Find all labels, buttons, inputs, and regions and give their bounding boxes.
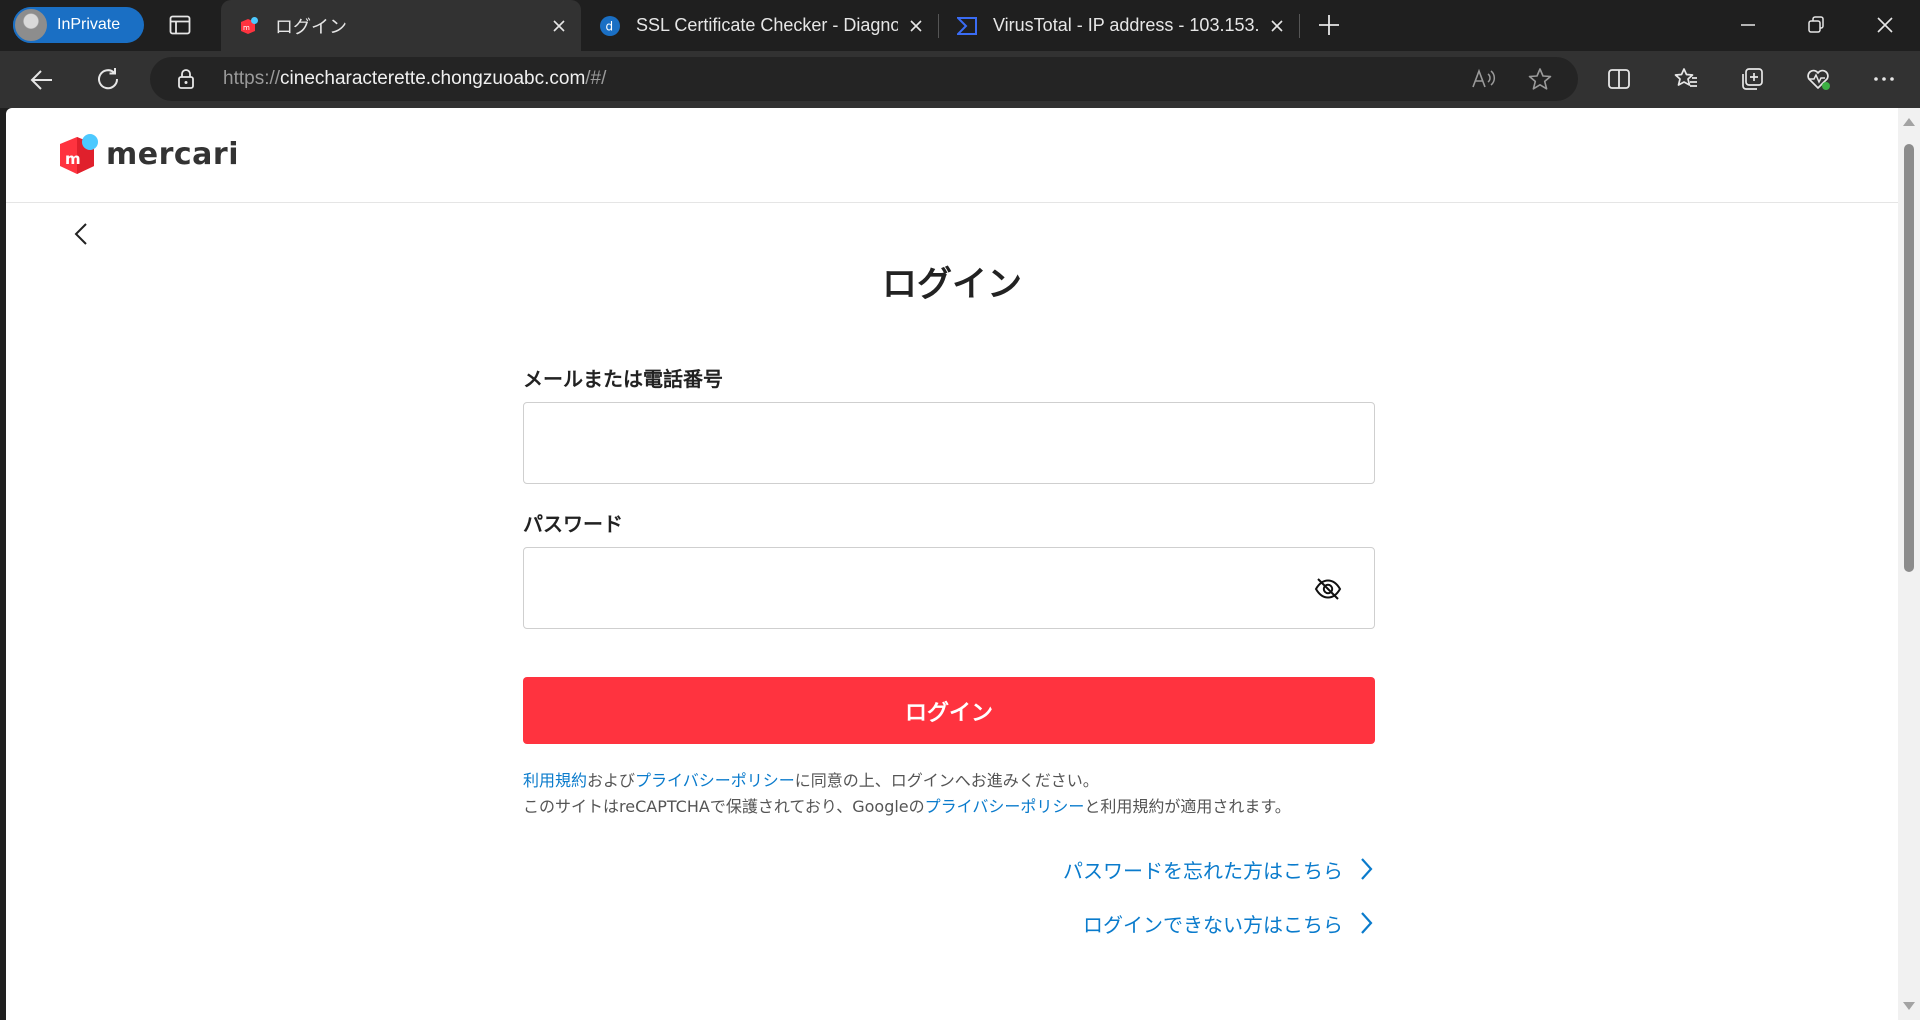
- tab-separator: [1299, 14, 1300, 38]
- terms-link[interactable]: 利用規約: [523, 771, 587, 790]
- svg-text:m: m: [243, 24, 250, 32]
- address-bar[interactable]: https://cinecharacterette.chongzuoabc.co…: [150, 57, 1578, 101]
- recaptcha-suffix: と利用規約が適用されます。: [1084, 797, 1291, 816]
- refresh-icon[interactable]: [94, 66, 122, 94]
- password-label: パスワード: [523, 512, 623, 536]
- digicert-favicon-icon: d: [600, 15, 620, 36]
- mercari-logo[interactable]: m mercari: [58, 132, 239, 176]
- login-form: メールまたは電話番号 パスワード ログイン 利用規約およびプライバシーポリシーに…: [523, 363, 1375, 938]
- svg-text:m: m: [65, 150, 81, 168]
- legal-notice: 利用規約およびプライバシーポリシーに同意の上、ログインへお進みください。 このサイ…: [523, 768, 1375, 820]
- scroll-down-arrow-icon[interactable]: [1903, 1002, 1915, 1010]
- legal-and: および: [587, 771, 636, 790]
- recaptcha-prefix: このサイトはreCAPTCHAで保護されており、Googleの: [523, 797, 925, 816]
- tab-actions-icon[interactable]: [168, 13, 192, 37]
- cannot-login-label: ログインできない方はこちら: [1083, 912, 1343, 937]
- restore-icon[interactable]: [1805, 14, 1827, 36]
- close-tab-icon[interactable]: [1269, 18, 1285, 34]
- mercari-logo-icon: m: [60, 134, 98, 174]
- collections-icon[interactable]: [1739, 66, 1765, 92]
- read-aloud-icon[interactable]: [1470, 67, 1496, 91]
- mercari-favicon-icon: m: [241, 16, 258, 34]
- privacy-policy-link[interactable]: プライバシーポリシー: [635, 771, 795, 790]
- close-tab-icon[interactable]: [551, 18, 567, 34]
- email-input[interactable]: [524, 403, 1374, 483]
- tab-virustotal[interactable]: VirusTotal - IP address - 103.153.: [939, 0, 1299, 51]
- help-links: パスワードを忘れた方はこちら ログインできない方はこちら: [523, 854, 1375, 938]
- url-host: cinecharacterette.chongzuoabc.com: [280, 68, 586, 89]
- url-scheme: https://: [223, 68, 281, 89]
- browser-essentials-icon[interactable]: [1805, 66, 1831, 92]
- back-arrow-icon[interactable]: [28, 66, 56, 94]
- url-text[interactable]: https://cinecharacterette.chongzuoabc.co…: [223, 68, 606, 90]
- tab-title: ログイン: [275, 16, 347, 37]
- legal-agree-text: に同意の上、ログインへお進みください。: [794, 771, 1099, 790]
- scroll-up-arrow-icon[interactable]: [1903, 118, 1915, 126]
- cannot-login-link[interactable]: ログインできない方はこちら: [523, 908, 1375, 938]
- inprivate-label: InPrivate: [57, 16, 121, 33]
- site-header: m mercari: [6, 108, 1898, 203]
- email-label: メールまたは電話番号: [523, 367, 723, 391]
- chevron-right-icon: [1361, 858, 1373, 880]
- page-viewport: m mercari ログイン メールまたは電話番号 パスワード ログイン 利用規…: [6, 108, 1920, 1020]
- page-title: ログイン: [881, 265, 1022, 305]
- email-field-container: [523, 402, 1375, 484]
- favorites-icon[interactable]: [1673, 66, 1699, 92]
- inprivate-profile-button[interactable]: InPrivate: [13, 7, 144, 43]
- new-tab-icon[interactable]: [1317, 13, 1341, 37]
- scrollbar-thumb[interactable]: [1904, 144, 1914, 572]
- browser-tab-bar: InPrivate m ログイン d SSL Certificate Check…: [0, 0, 1920, 51]
- star-icon[interactable]: [1527, 67, 1553, 91]
- minimize-icon[interactable]: [1737, 14, 1759, 36]
- forgot-password-label: パスワードを忘れた方はこちら: [1063, 858, 1343, 883]
- url-path: /#/: [585, 68, 607, 89]
- forgot-password-link[interactable]: パスワードを忘れた方はこちら: [523, 854, 1375, 884]
- page-scrollbar[interactable]: [1898, 108, 1920, 1020]
- more-icon[interactable]: [1871, 66, 1897, 92]
- virustotal-favicon-icon: [957, 16, 977, 35]
- lock-icon[interactable]: [176, 68, 196, 90]
- google-privacy-link[interactable]: プライバシーポリシー: [925, 797, 1085, 816]
- tab-title: VirusTotal - IP address - 103.153.: [993, 15, 1259, 35]
- close-tab-icon[interactable]: [908, 18, 924, 34]
- back-chevron-icon[interactable]: [68, 220, 96, 248]
- login-button[interactable]: ログイン: [523, 677, 1375, 744]
- brand-name: mercari: [106, 136, 240, 172]
- hide-password-eye-icon[interactable]: [1314, 577, 1342, 601]
- tab-login[interactable]: m ログイン: [221, 0, 581, 51]
- browser-toolbar: https://cinecharacterette.chongzuoabc.co…: [0, 51, 1920, 108]
- close-window-icon[interactable]: [1874, 14, 1896, 36]
- password-input[interactable]: [524, 548, 1374, 628]
- password-field-container: [523, 547, 1375, 629]
- chevron-right-icon: [1361, 912, 1373, 934]
- tab-ssl-checker[interactable]: d SSL Certificate Checker - Diagnos: [582, 0, 938, 51]
- profile-avatar: [13, 7, 49, 43]
- split-screen-icon[interactable]: [1606, 66, 1632, 92]
- tab-title: SSL Certificate Checker - Diagnos: [636, 15, 898, 35]
- svg-text:d: d: [606, 19, 614, 33]
